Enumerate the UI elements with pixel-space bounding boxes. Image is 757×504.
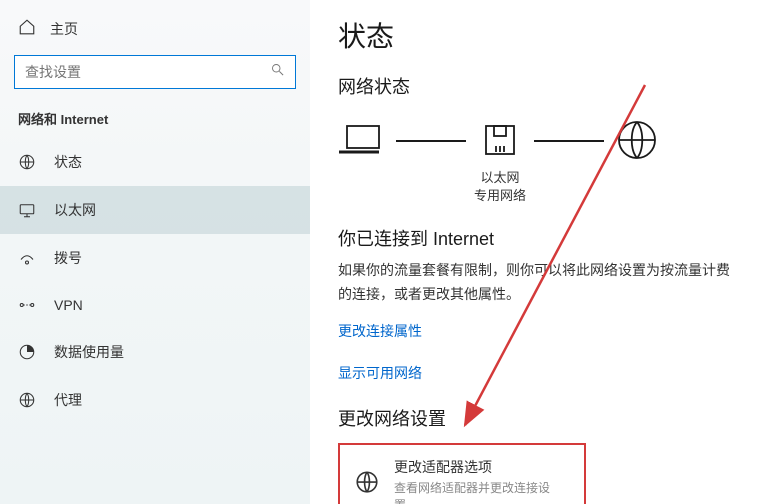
main-content: 状态 网络状态 以太网 专用网络 你已连接到 Internet 如果你的流量套餐… bbox=[310, 0, 757, 504]
sidebar-item-datausage[interactable]: 数据使用量 bbox=[0, 328, 310, 376]
sidebar: 主页 网络和 Internet 状态 以太网 拨号 VPN bbox=[0, 0, 310, 504]
network-diagram: 以太网 专用网络 bbox=[338, 115, 737, 205]
sidebar-item-proxy[interactable]: 代理 bbox=[0, 376, 310, 424]
sidebar-item-label: 以太网 bbox=[54, 200, 96, 220]
page-title: 状态 bbox=[338, 15, 737, 55]
proxy-icon bbox=[18, 391, 36, 409]
search-input-wrap[interactable] bbox=[14, 55, 296, 89]
show-available-networks-link[interactable]: 显示可用网络 bbox=[338, 363, 422, 383]
sidebar-item-label: 拨号 bbox=[54, 248, 82, 268]
monitor-icon bbox=[18, 201, 36, 219]
sidebar-item-vpn[interactable]: VPN bbox=[0, 282, 310, 328]
adapter-desc: 查看网络适配器并更改连接设置。 bbox=[394, 479, 570, 504]
connector-line bbox=[534, 140, 604, 142]
sidebar-item-status[interactable]: 状态 bbox=[0, 138, 310, 186]
sidebar-category: 网络和 Internet bbox=[0, 103, 310, 138]
adapter-title: 更改适配器选项 bbox=[394, 457, 570, 477]
connected-title: 你已连接到 Internet bbox=[338, 225, 737, 251]
connected-desc: 如果你的流量套餐有限制，则你可以将此网络设置为按流量计费的连接，或者更改其他属性… bbox=[338, 259, 737, 307]
change-adapter-options[interactable]: 更改适配器选项 查看网络适配器并更改连接设置。 bbox=[338, 443, 586, 504]
home-label: 主页 bbox=[50, 19, 78, 39]
sidebar-item-label: VPN bbox=[54, 297, 83, 313]
sidebar-item-ethernet[interactable]: 以太网 bbox=[0, 186, 310, 234]
sidebar-item-label: 数据使用量 bbox=[54, 342, 124, 362]
sidebar-item-dialup[interactable]: 拨号 bbox=[0, 234, 310, 282]
home-link[interactable]: 主页 bbox=[0, 10, 310, 47]
computer-icon bbox=[338, 115, 388, 165]
vpn-icon bbox=[18, 296, 36, 314]
change-network-settings-title: 更改网络设置 bbox=[338, 405, 737, 431]
globe-icon bbox=[18, 153, 36, 171]
network-status-title: 网络状态 bbox=[338, 73, 737, 99]
adapter-globe-icon bbox=[354, 469, 380, 500]
connector-line bbox=[396, 140, 466, 142]
search-input[interactable] bbox=[25, 64, 270, 80]
sidebar-item-label: 代理 bbox=[54, 390, 82, 410]
ethernet-port-icon bbox=[475, 115, 525, 165]
sidebar-item-label: 状态 bbox=[54, 152, 82, 172]
home-icon bbox=[18, 18, 36, 39]
adapter-option-text: 更改适配器选项 查看网络适配器并更改连接设置。 bbox=[394, 457, 570, 504]
data-usage-icon bbox=[18, 343, 36, 361]
internet-globe-icon bbox=[612, 115, 662, 165]
search-icon bbox=[270, 62, 285, 82]
change-connection-props-link[interactable]: 更改连接属性 bbox=[338, 321, 422, 341]
dialup-icon bbox=[18, 249, 36, 267]
ethernet-label: 以太网 专用网络 bbox=[474, 169, 526, 205]
